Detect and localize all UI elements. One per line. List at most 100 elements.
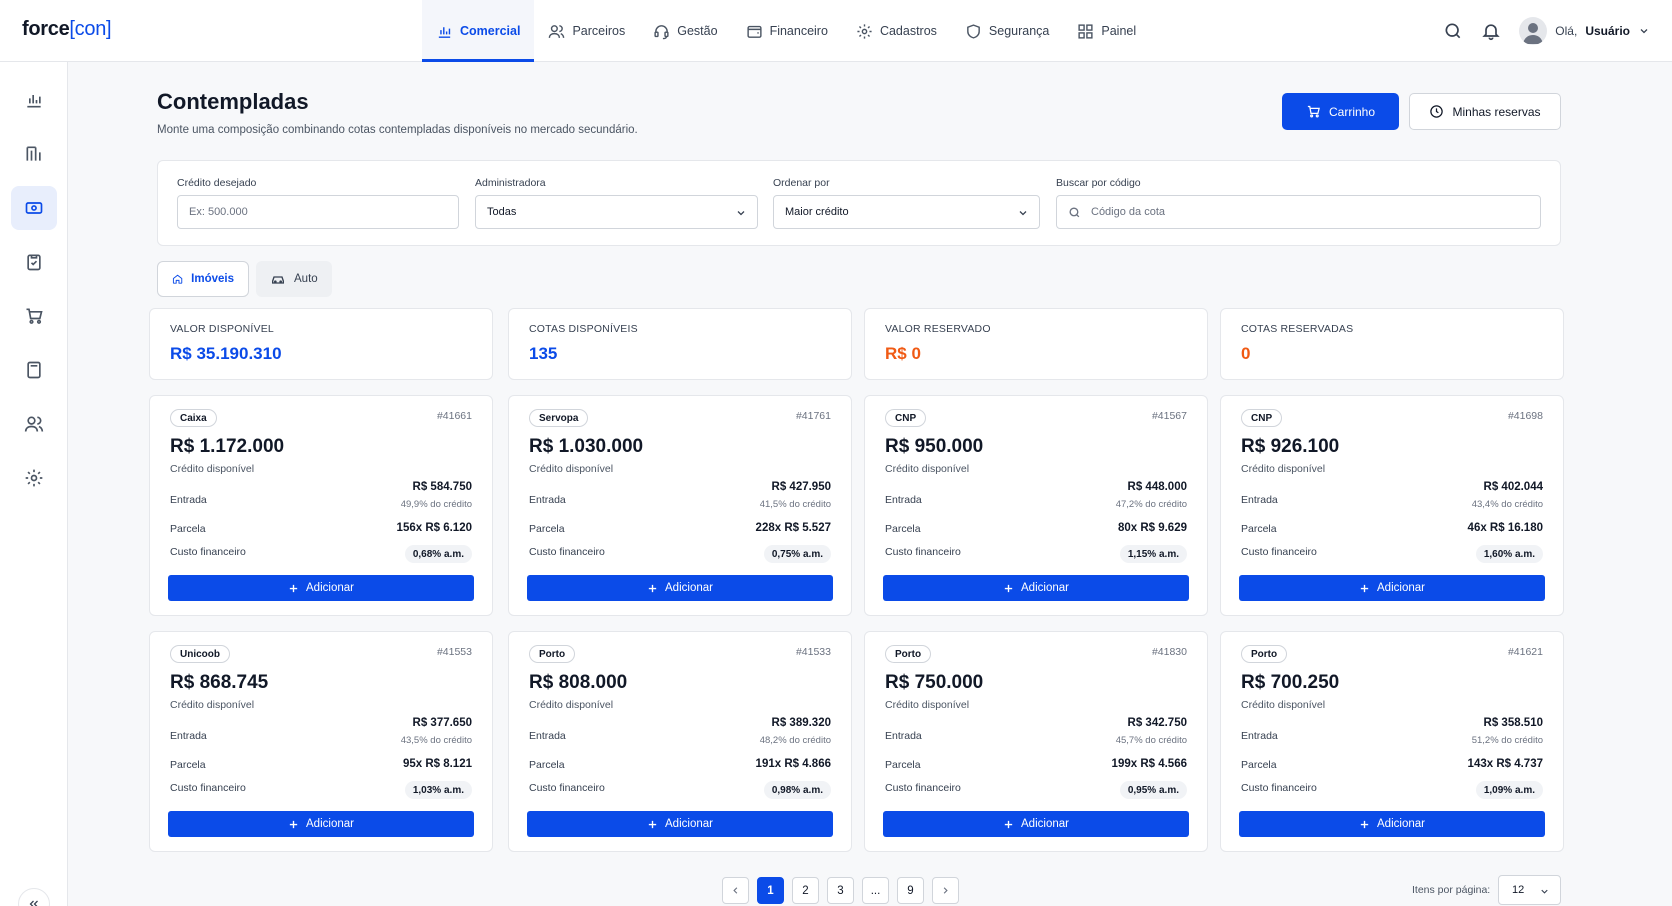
calculator-icon bbox=[27, 361, 41, 379]
sidebar-item-settings[interactable] bbox=[11, 456, 57, 500]
entry-value: R$ 427.950 bbox=[771, 481, 831, 493]
cost-label: Custo financeiro bbox=[529, 782, 605, 794]
app-logo[interactable]: force[con] bbox=[22, 18, 112, 41]
nav-cadastros[interactable]: Cadastros bbox=[842, 0, 951, 62]
sidebar-item-contempladas[interactable] bbox=[11, 186, 57, 230]
cost-badge: 1,60% a.m. bbox=[1475, 545, 1543, 563]
credit-amount: R$ 1.030.000 bbox=[529, 436, 644, 457]
add-button[interactable]: Adicionar bbox=[883, 575, 1189, 601]
sidebar-item-tasks[interactable] bbox=[11, 240, 57, 284]
sidebar-item-calculator[interactable] bbox=[11, 348, 57, 392]
installment-label: Parcela bbox=[1241, 759, 1277, 771]
page-button-9[interactable]: 9 bbox=[897, 877, 924, 904]
users-icon bbox=[24, 416, 44, 432]
search-input[interactable]: Código da cota bbox=[1056, 195, 1541, 229]
entry-percent: 48,2% do crédito bbox=[759, 735, 831, 746]
nav-seguranca[interactable]: Segurança bbox=[951, 0, 1063, 62]
sidebar-item-users[interactable] bbox=[11, 402, 57, 446]
cost-label: Custo financeiro bbox=[170, 546, 246, 558]
plus-icon bbox=[648, 820, 657, 828]
add-button[interactable]: Adicionar bbox=[1239, 811, 1545, 837]
installment-label: Parcela bbox=[885, 759, 921, 771]
page-button-2[interactable]: 2 bbox=[792, 877, 819, 904]
add-button[interactable]: Adicionar bbox=[168, 811, 474, 837]
credit-amount: R$ 1.172.000 bbox=[170, 436, 285, 457]
stat-card-valor-disponivel: VALOR DISPONÍVEL R$ 35.190.310 bbox=[149, 308, 493, 380]
quota-code: #41661 bbox=[436, 410, 472, 422]
entry-label: Entrada bbox=[1241, 494, 1278, 506]
search-icon[interactable] bbox=[1443, 21, 1463, 41]
entry-label: Entrada bbox=[529, 494, 566, 506]
add-button[interactable]: Adicionar bbox=[883, 811, 1189, 837]
entry-value: R$ 584.750 bbox=[412, 481, 472, 493]
installment-label: Parcela bbox=[170, 759, 206, 771]
stat-value: R$ 0 bbox=[885, 344, 921, 363]
entry-percent: 43,5% do crédito bbox=[400, 735, 472, 746]
entry-percent: 45,7% do crédito bbox=[1115, 735, 1187, 746]
cart-button[interactable]: Carrinho bbox=[1282, 93, 1399, 130]
nav-painel[interactable]: Painel bbox=[1063, 0, 1150, 62]
tab-auto[interactable]: Auto bbox=[256, 261, 332, 297]
home-icon bbox=[172, 274, 183, 284]
installment-value: 46x R$ 16.180 bbox=[1467, 522, 1543, 534]
entry-value: R$ 402.044 bbox=[1483, 481, 1543, 493]
entry-value: R$ 377.650 bbox=[412, 717, 472, 729]
chevron-down-icon bbox=[1640, 29, 1648, 34]
plus-icon bbox=[289, 820, 298, 828]
quota-card: Caixa #41661 R$ 1.172.000 Crédito disponíve… bbox=[149, 395, 493, 616]
per-page-select[interactable]: 12 bbox=[1498, 875, 1561, 905]
page-button-3[interactable]: 3 bbox=[827, 877, 854, 904]
per-page-label: Itens por página: bbox=[1412, 884, 1491, 896]
order-select[interactable]: Maior crédito bbox=[773, 195, 1040, 229]
installment-value: 95x R$ 8.121 bbox=[402, 758, 472, 770]
stat-card-valor-reservado: VALOR RESERVADO R$ 0 bbox=[864, 308, 1208, 380]
grid-icon bbox=[1078, 23, 1093, 39]
credit-label: Crédito disponível bbox=[885, 463, 970, 475]
credit-label: Crédito disponível bbox=[1241, 463, 1326, 475]
sidebar-item-dashboard[interactable] bbox=[11, 78, 57, 122]
quota-code: #41830 bbox=[1151, 646, 1187, 658]
add-button[interactable]: Adicionar bbox=[527, 811, 833, 837]
entry-value: R$ 358.510 bbox=[1483, 717, 1543, 729]
stat-label: VALOR RESERVADO bbox=[885, 323, 991, 335]
nav-parceiros[interactable]: Parceiros bbox=[534, 0, 639, 62]
add-button[interactable]: Adicionar bbox=[1239, 575, 1545, 601]
chevron-down-icon bbox=[1019, 211, 1027, 216]
admin-badge: Servopa bbox=[529, 409, 589, 427]
entry-label: Entrada bbox=[885, 494, 922, 506]
installment-value: 191x R$ 4.866 bbox=[755, 758, 831, 770]
user-name: Usuário bbox=[1585, 24, 1630, 38]
nav-financeiro[interactable]: Financeiro bbox=[732, 0, 842, 62]
admin-badge: CNP bbox=[885, 409, 927, 427]
page-subtitle: Monte uma composição combinando cotas co… bbox=[157, 124, 638, 136]
chevron-down-icon bbox=[1541, 889, 1548, 894]
user-menu[interactable]: Olá, Usuário bbox=[1519, 17, 1650, 45]
credit-input[interactable]: Ex: 500.000 bbox=[177, 195, 459, 229]
next-page-button[interactable] bbox=[932, 877, 959, 904]
prev-page-button[interactable] bbox=[722, 877, 749, 904]
installment-value: 156x R$ 6.120 bbox=[396, 522, 472, 534]
my-reservations-button[interactable]: Minhas reservas bbox=[1409, 93, 1561, 130]
sidebar-item-funnel[interactable] bbox=[11, 132, 57, 176]
credit-label: Crédito disponível bbox=[885, 699, 970, 711]
car-icon bbox=[272, 276, 284, 284]
quota-code: #41567 bbox=[1151, 410, 1187, 422]
search-icon bbox=[1069, 206, 1080, 217]
entry-percent: 41,5% do crédito bbox=[759, 499, 831, 510]
tab-imoveis[interactable]: Imóveis bbox=[157, 261, 249, 297]
nav-gestao[interactable]: Gestão bbox=[639, 0, 731, 62]
chevron-right-icon bbox=[943, 887, 948, 894]
sidebar-item-cart[interactable] bbox=[11, 294, 57, 338]
credit-label: Crédito disponível bbox=[529, 463, 614, 475]
bell-icon[interactable] bbox=[1481, 21, 1501, 41]
page-button-1[interactable]: 1 bbox=[757, 877, 784, 904]
quota-code: #41533 bbox=[795, 646, 831, 658]
nav-comercial[interactable]: Comercial bbox=[422, 0, 535, 62]
wallet-icon bbox=[746, 25, 762, 38]
quota-code: #41698 bbox=[1507, 410, 1543, 422]
admin-select[interactable]: Todas bbox=[475, 195, 758, 229]
credit-label: Crédito desejado bbox=[177, 177, 257, 189]
add-button[interactable]: Adicionar bbox=[168, 575, 474, 601]
quota-code: #41553 bbox=[436, 646, 472, 658]
add-button[interactable]: Adicionar bbox=[527, 575, 833, 601]
